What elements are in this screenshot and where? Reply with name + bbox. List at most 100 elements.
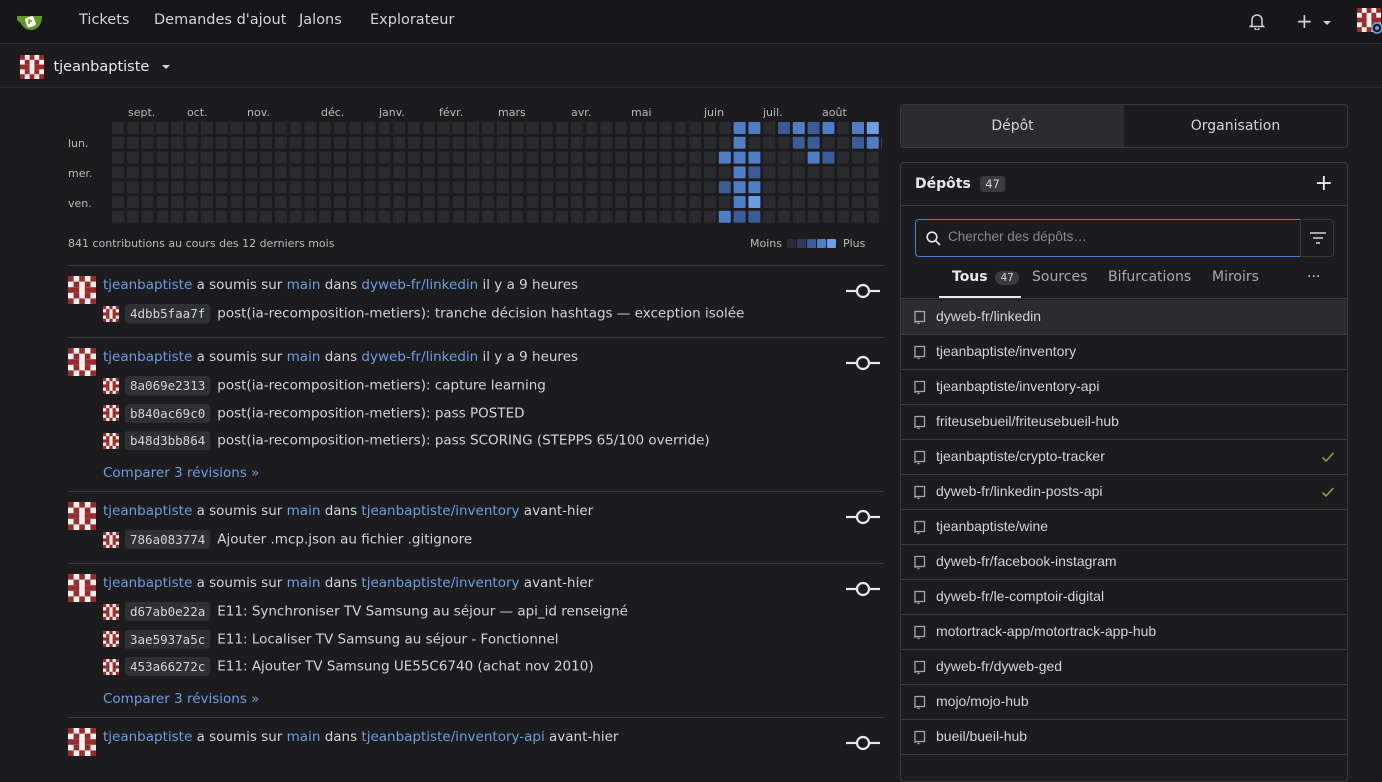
heatmap-cell[interactable] — [201, 152, 213, 164]
heatmap-cell[interactable] — [571, 122, 583, 134]
heatmap-cell[interactable] — [763, 211, 775, 223]
heatmap-cell[interactable] — [438, 152, 450, 164]
heatmap-cell[interactable] — [793, 166, 805, 178]
repo-list-item[interactable]: friteusebueil/friteusebueil-hub — [901, 405, 1347, 440]
heatmap-cell[interactable] — [438, 166, 450, 178]
heatmap-cell[interactable] — [452, 152, 464, 164]
heatmap-cell[interactable] — [230, 196, 242, 208]
heatmap-cell[interactable] — [142, 137, 154, 149]
repo-list-item[interactable]: dyweb-fr/le-comptoir-digital — [901, 580, 1347, 615]
heatmap-cell[interactable] — [645, 152, 657, 164]
heatmap-cell[interactable] — [230, 137, 242, 149]
heatmap-cell[interactable] — [793, 137, 805, 149]
heatmap-cell[interactable] — [748, 181, 760, 193]
feed-user-link[interactable]: tjeanbaptiste — [103, 503, 192, 519]
heatmap-cell[interactable] — [660, 122, 672, 134]
heatmap-cell[interactable] — [645, 181, 657, 193]
compare-revisions-link[interactable]: Comparer 3 révisions » — [103, 465, 259, 481]
context-user-switcher[interactable]: tjeanbaptiste — [20, 55, 170, 79]
heatmap-cell[interactable] — [216, 166, 228, 178]
heatmap-cell[interactable] — [674, 137, 686, 149]
heatmap-cell[interactable] — [275, 137, 287, 149]
heatmap-cell[interactable] — [201, 166, 213, 178]
heatmap-cell[interactable] — [822, 166, 834, 178]
heatmap-cell[interactable] — [837, 181, 849, 193]
create-new-button[interactable]: + — [1296, 9, 1331, 33]
heatmap-cell[interactable] — [837, 196, 849, 208]
nav-milestones[interactable]: Jalons — [299, 12, 342, 28]
heatmap-cell[interactable] — [156, 166, 168, 178]
heatmap-cell[interactable] — [260, 122, 272, 134]
repo-list-item[interactable]: bueil/bueil-hub — [901, 720, 1347, 755]
heatmap-cell[interactable] — [778, 166, 790, 178]
heatmap-cell[interactable] — [748, 211, 760, 223]
heatmap-cell[interactable] — [334, 122, 346, 134]
heatmap-cell[interactable] — [526, 196, 538, 208]
heatmap-cell[interactable] — [822, 122, 834, 134]
heatmap-cell[interactable] — [660, 196, 672, 208]
heatmap-cell[interactable] — [526, 211, 538, 223]
heatmap-cell[interactable] — [630, 196, 642, 208]
heatmap-cell[interactable] — [689, 122, 701, 134]
heatmap-cell[interactable] — [245, 166, 257, 178]
commit-sha-link[interactable]: b48d3bb864 — [125, 431, 210, 450]
feed-branch-link[interactable]: main — [287, 503, 321, 519]
heatmap-cell[interactable] — [230, 181, 242, 193]
gitea-logo-icon[interactable] — [17, 10, 43, 32]
heatmap-cell[interactable] — [408, 152, 420, 164]
heatmap-cell[interactable] — [156, 122, 168, 134]
heatmap-cell[interactable] — [334, 166, 346, 178]
heatmap-cell[interactable] — [393, 166, 405, 178]
feed-user-link[interactable]: tjeanbaptiste — [103, 729, 192, 745]
heatmap-cell[interactable] — [319, 211, 331, 223]
heatmap-cell[interactable] — [512, 166, 524, 178]
compare-revisions-link[interactable]: Comparer 3 révisions » — [103, 691, 259, 707]
heatmap-cell[interactable] — [171, 122, 183, 134]
heatmap-cell[interactable] — [275, 211, 287, 223]
heatmap-cell[interactable] — [467, 196, 479, 208]
heatmap-cell[interactable] — [364, 122, 376, 134]
heatmap-cell[interactable] — [304, 211, 316, 223]
heatmap-cell[interactable] — [452, 211, 464, 223]
heatmap-cell[interactable] — [719, 196, 731, 208]
heatmap-cell[interactable] — [689, 152, 701, 164]
heatmap-cell[interactable] — [586, 196, 598, 208]
heatmap-cell[interactable] — [512, 152, 524, 164]
heatmap-cell[interactable] — [290, 211, 302, 223]
heatmap-cell[interactable] — [734, 137, 746, 149]
commit-sha-link[interactable]: 8a069e2313 — [125, 376, 210, 395]
heatmap-cell[interactable] — [748, 137, 760, 149]
heatmap-cell[interactable] — [541, 211, 553, 223]
heatmap-cell[interactable] — [423, 166, 435, 178]
heatmap-cell[interactable] — [704, 211, 716, 223]
heatmap-cell[interactable] — [704, 196, 716, 208]
heatmap-cell[interactable] — [378, 181, 390, 193]
heatmap-cell[interactable] — [734, 211, 746, 223]
heatmap-cell[interactable] — [482, 196, 494, 208]
heatmap-cell[interactable] — [615, 181, 627, 193]
heatmap-cell[interactable] — [127, 166, 139, 178]
heatmap-cell[interactable] — [290, 166, 302, 178]
heatmap-cell[interactable] — [734, 152, 746, 164]
heatmap-cell[interactable] — [408, 181, 420, 193]
heatmap-cell[interactable] — [852, 166, 864, 178]
filter-tab-forks[interactable]: Bifurcations — [1108, 269, 1191, 285]
heatmap-cell[interactable] — [674, 211, 686, 223]
heatmap-cell[interactable] — [586, 137, 598, 149]
heatmap-cell[interactable] — [423, 137, 435, 149]
heatmap-cell[interactable] — [541, 122, 553, 134]
heatmap-cell[interactable] — [497, 122, 509, 134]
heatmap-cell[interactable] — [867, 196, 879, 208]
heatmap-cell[interactable] — [186, 152, 198, 164]
heatmap-cell[interactable] — [334, 211, 346, 223]
heatmap-cell[interactable] — [230, 166, 242, 178]
heatmap-cell[interactable] — [156, 211, 168, 223]
heatmap-cell[interactable] — [586, 211, 598, 223]
heatmap-cell[interactable] — [216, 181, 228, 193]
heatmap-cell[interactable] — [482, 137, 494, 149]
heatmap-cell[interactable] — [334, 196, 346, 208]
heatmap-cell[interactable] — [512, 196, 524, 208]
heatmap-cell[interactable] — [423, 181, 435, 193]
feed-branch-link[interactable]: main — [287, 349, 321, 365]
heatmap-cell[interactable] — [556, 196, 568, 208]
